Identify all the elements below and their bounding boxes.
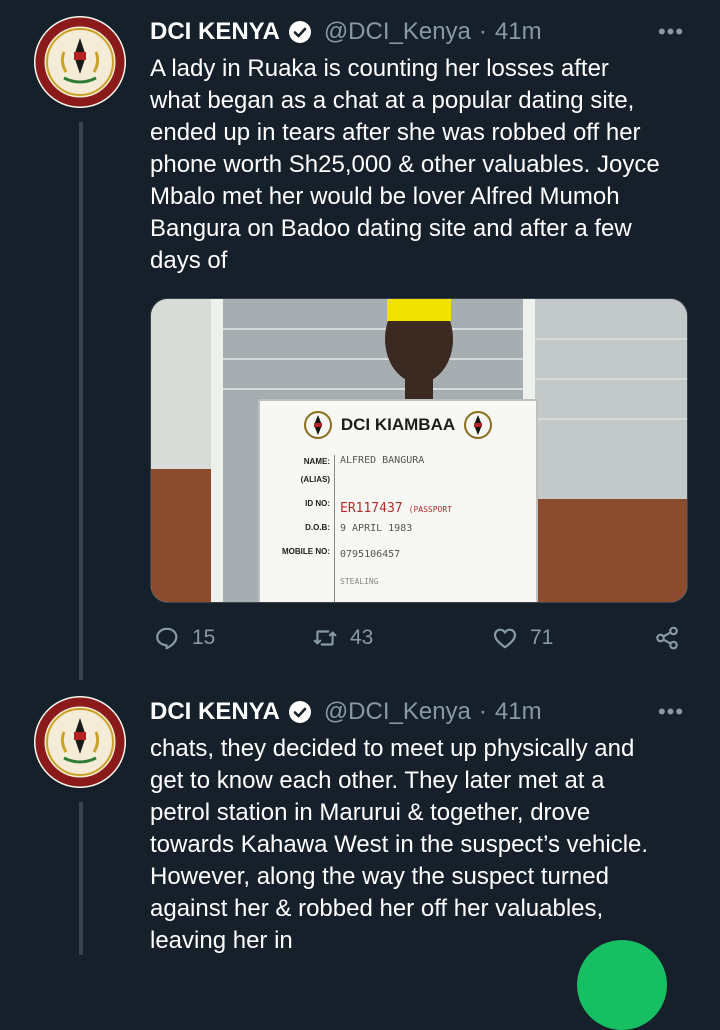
id-number: ER117437 — [340, 501, 403, 516]
more-options-icon[interactable]: ••• — [656, 694, 686, 730]
reply-icon — [156, 627, 178, 650]
tweet[interactable]: DCI KENYA @DCI_Kenya · 41m ••• chats, th… — [0, 680, 720, 955]
author-handle[interactable]: @DCI_Kenya — [324, 18, 471, 46]
reply-button[interactable]: 15 — [154, 620, 215, 656]
retweet-count: 43 — [350, 626, 374, 649]
offence: STEALING — [340, 577, 379, 586]
coat-of-arms-icon — [303, 411, 332, 439]
reply-count: 15 — [192, 626, 216, 649]
booking-board: DCI KIAMBAA NAME: (ALIAS) ID NO: D.O.B: … — [258, 399, 538, 602]
author-name[interactable]: DCI KENYA — [150, 698, 280, 726]
date-of-birth: 9 APRIL 1983 — [340, 523, 413, 534]
police-emblem-icon — [35, 697, 125, 787]
form-label: MOBILE NO: — [282, 547, 330, 556]
suspect-name: ALFRED BANGURA — [340, 455, 425, 466]
share-icon — [656, 626, 678, 650]
board-title: DCI KIAMBAA — [340, 415, 456, 434]
timestamp[interactable]: 41m — [495, 698, 542, 726]
retweet-button[interactable]: 43 — [312, 620, 373, 656]
tweet-header: DCI KENYA @DCI_Kenya · 41m — [150, 14, 542, 50]
share-button[interactable] — [654, 620, 680, 656]
like-icon — [493, 628, 517, 649]
tweet-text: A lady in Ruaka is counting her losses a… — [150, 55, 660, 274]
id-note: (PASSPORT — [408, 505, 453, 514]
coat-of-arms-icon — [464, 411, 493, 439]
separator-dot: · — [478, 18, 487, 45]
form-label: NAME: — [303, 457, 330, 466]
thread-line — [79, 122, 83, 680]
separator-dot: · — [478, 698, 487, 725]
tweet-header: DCI KENYA @DCI_Kenya · 41m — [150, 694, 542, 730]
more-options-icon[interactable]: ••• — [656, 14, 686, 50]
author-name[interactable]: DCI KENYA — [150, 18, 280, 46]
like-button[interactable]: 71 — [492, 620, 553, 656]
tweet[interactable]: DCI KENYA @DCI_Kenya · 41m ••• A lady in… — [0, 0, 720, 680]
form-label: (ALIAS) — [300, 475, 330, 484]
verified-badge-icon — [288, 700, 312, 724]
tweet-actions: 15 43 71 — [150, 620, 690, 656]
form-label: ID NO: — [305, 499, 330, 508]
retweet-icon — [313, 630, 337, 646]
police-emblem-icon — [35, 17, 125, 107]
mobile-number: 0795106457 — [340, 549, 401, 560]
verified-badge-icon — [288, 20, 312, 44]
author-handle[interactable]: @DCI_Kenya — [324, 698, 471, 726]
avatar[interactable] — [34, 16, 126, 108]
tweet-text: chats, they decided to meet up physicall… — [150, 735, 649, 954]
form-label: D.O.B: — [305, 523, 330, 532]
timestamp[interactable]: 41m — [495, 18, 542, 46]
avatar[interactable] — [34, 696, 126, 788]
compose-tweet-button[interactable] — [577, 940, 667, 1030]
like-count: 71 — [530, 626, 554, 649]
thread-line — [79, 802, 83, 955]
tweet-media-photo[interactable]: DCI KIAMBAA NAME: (ALIAS) ID NO: D.O.B: … — [150, 298, 688, 603]
